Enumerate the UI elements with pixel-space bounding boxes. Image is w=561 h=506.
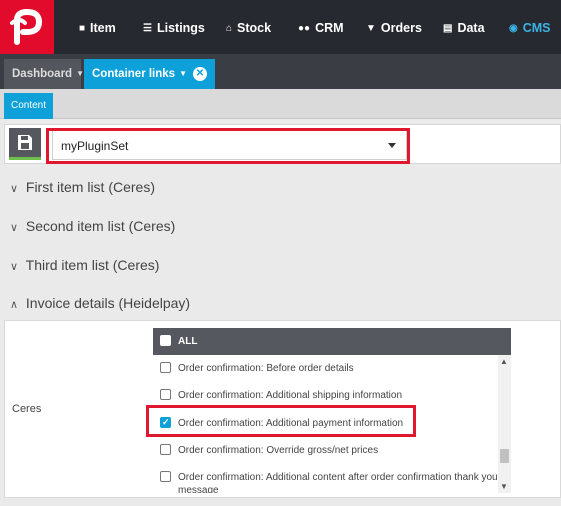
list-item[interactable]: Order confirmation: Before order details xyxy=(153,355,498,382)
checkbox[interactable] xyxy=(160,362,171,373)
highlight-box xyxy=(46,128,410,164)
nav-data[interactable]: ▤ Data xyxy=(443,0,485,54)
top-nav-bar: ■ Item ☰ Listings ⌂ Stock ●● CRM ▼ Orders ▤ Da… xyxy=(0,0,561,54)
chevron-down-icon: ∨ xyxy=(10,261,19,273)
chevron-up-icon: ∧ xyxy=(10,299,19,311)
cart-icon: ▼ xyxy=(366,23,376,34)
section-second-item-list[interactable]: ∨ Second item list (Ceres) xyxy=(10,215,175,237)
plenty-logo[interactable] xyxy=(0,0,54,54)
list-item[interactable]: Order confirmation: Override gross/net p… xyxy=(153,437,498,464)
list-scrollbar[interactable]: ▲ ▼ xyxy=(498,355,511,493)
checkbox[interactable] xyxy=(160,444,171,455)
nav-orders[interactable]: ▼ Orders xyxy=(366,0,422,54)
tab-dashboard[interactable]: Dashboard ▼ xyxy=(4,59,84,89)
list-icon: ☰ xyxy=(143,23,152,34)
list-item[interactable]: Order confirmation: Additional content a… xyxy=(153,464,498,493)
container-label: Ceres xyxy=(12,403,42,415)
nav-crm[interactable]: ●● CRM xyxy=(298,0,344,54)
close-tab-icon[interactable]: ✕ xyxy=(193,67,207,81)
floppy-disk-icon xyxy=(18,135,32,150)
data-icon: ▤ xyxy=(443,23,453,34)
save-button[interactable] xyxy=(9,128,41,160)
scroll-thumb[interactable] xyxy=(500,449,509,463)
users-icon: ●● xyxy=(298,23,311,34)
chevron-down-icon: ∨ xyxy=(10,183,19,195)
warehouse-icon: ⌂ xyxy=(226,23,233,34)
checkbox[interactable] xyxy=(160,389,171,400)
tab-container-links[interactable]: Container links ▼ ✕ xyxy=(84,59,215,89)
nav-stock[interactable]: ⌂ Stock xyxy=(226,0,271,54)
checkbox[interactable] xyxy=(160,471,171,482)
tag-icon: ■ xyxy=(79,23,86,34)
nav-item[interactable]: ■ Item xyxy=(79,0,116,54)
cms-icon: ◉ xyxy=(509,23,518,34)
section-third-item-list[interactable]: ∨ Third item list (Ceres) xyxy=(10,254,159,276)
section-invoice-details[interactable]: ∧ Invoice details (Heidelpay) xyxy=(10,292,190,314)
logo-mark-icon xyxy=(10,8,43,45)
caret-down-icon: ▼ xyxy=(179,69,187,78)
nav-cms[interactable]: ◉ CMS xyxy=(509,0,551,54)
chevron-down-icon: ∨ xyxy=(10,222,19,234)
highlight-box xyxy=(146,405,416,437)
select-all-checkbox[interactable] xyxy=(160,335,171,346)
section-first-item-list[interactable]: ∨ First item list (Ceres) xyxy=(10,176,155,198)
scroll-up-icon[interactable]: ▲ xyxy=(500,357,508,366)
select-all-row[interactable]: ALL xyxy=(153,328,511,355)
nav-listings[interactable]: ☰ Listings xyxy=(143,0,205,54)
tab-content[interactable]: Content xyxy=(4,93,53,119)
caret-down-icon: ▼ xyxy=(76,69,84,78)
content-tabs: Content xyxy=(0,89,561,119)
scroll-down-icon[interactable]: ▼ xyxy=(500,482,508,491)
tab-row: Dashboard ▼ Container links ▼ ✕ xyxy=(0,54,561,89)
